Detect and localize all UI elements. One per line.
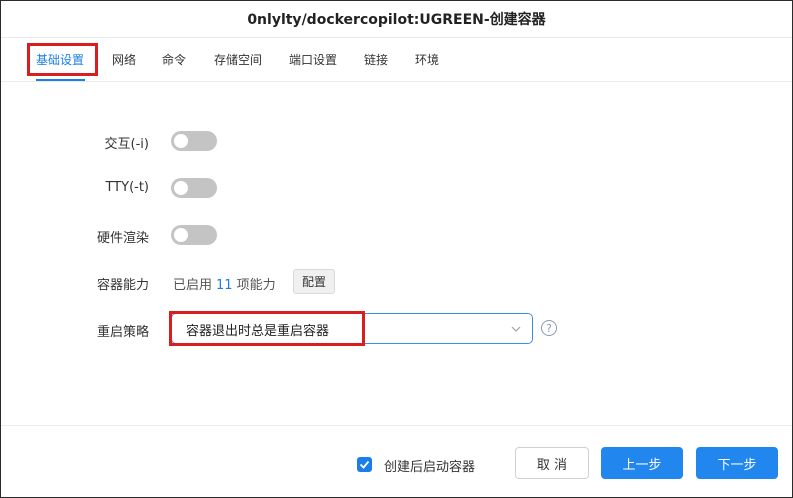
interactive-toggle[interactable] — [171, 131, 217, 151]
question-circle-icon[interactable]: ? — [541, 320, 557, 336]
tab-basic-settings[interactable]: 基础设置 — [36, 38, 84, 82]
capabilities-status: 已启用 11 项能力 — [173, 274, 276, 293]
capabilities-prefix: 已启用 — [173, 278, 213, 293]
restart-policy-select[interactable]: 容器退出时总是重启容器 — [171, 313, 533, 344]
autostart-checkbox[interactable] — [357, 457, 372, 472]
tab-network[interactable]: 网络 — [112, 38, 136, 82]
autostart-label[interactable]: 创建后启动容器 — [384, 456, 475, 475]
dialog-title: 0nlylty/dockercopilot:UGREEN-创建容器 — [247, 12, 546, 28]
capabilities-suffix: 项能力 — [236, 278, 276, 293]
next-step-button[interactable]: 下一步 — [696, 447, 778, 479]
tab-command[interactable]: 命令 — [162, 38, 186, 82]
gpu-toggle[interactable] — [171, 225, 217, 245]
tab-storage[interactable]: 存储空间 — [214, 38, 262, 82]
toggle-knob — [174, 134, 188, 148]
capabilities-label: 容器能力 — [96, 278, 149, 293]
tab-environment[interactable]: 环境 — [415, 38, 439, 82]
dialog-titlebar: 0nlylty/dockercopilot:UGREEN-创建容器 — [1, 1, 792, 38]
chevron-down-icon — [511, 326, 521, 332]
capabilities-count: 11 — [216, 278, 233, 293]
tty-toggle[interactable] — [171, 178, 217, 198]
previous-step-button[interactable]: 上一步 — [601, 447, 683, 479]
restart-policy-value: 容器退出时总是重启容器 — [186, 324, 330, 339]
tty-label: TTY(-t) — [105, 180, 149, 195]
toggle-knob — [174, 181, 188, 195]
cancel-button[interactable]: 取 消 — [515, 447, 589, 479]
checkmark-icon — [359, 460, 370, 469]
restart-policy-label: 重启策略 — [96, 325, 149, 340]
tab-bar: 基础设置 网络 命令 存储空间 端口设置 链接 环境 — [1, 38, 792, 82]
create-container-dialog: 0nlylty/dockercopilot:UGREEN-创建容器 基础设置 网… — [0, 0, 793, 498]
tab-links[interactable]: 链接 — [364, 38, 388, 82]
gpu-label: 硬件渲染 — [96, 231, 149, 246]
toggle-knob — [174, 228, 188, 242]
tab-port-settings[interactable]: 端口设置 — [289, 38, 337, 82]
configure-capabilities-button[interactable]: 配置 — [293, 269, 335, 294]
interactive-label: 交互(-i) — [104, 137, 149, 152]
active-tab-indicator — [36, 79, 85, 81]
